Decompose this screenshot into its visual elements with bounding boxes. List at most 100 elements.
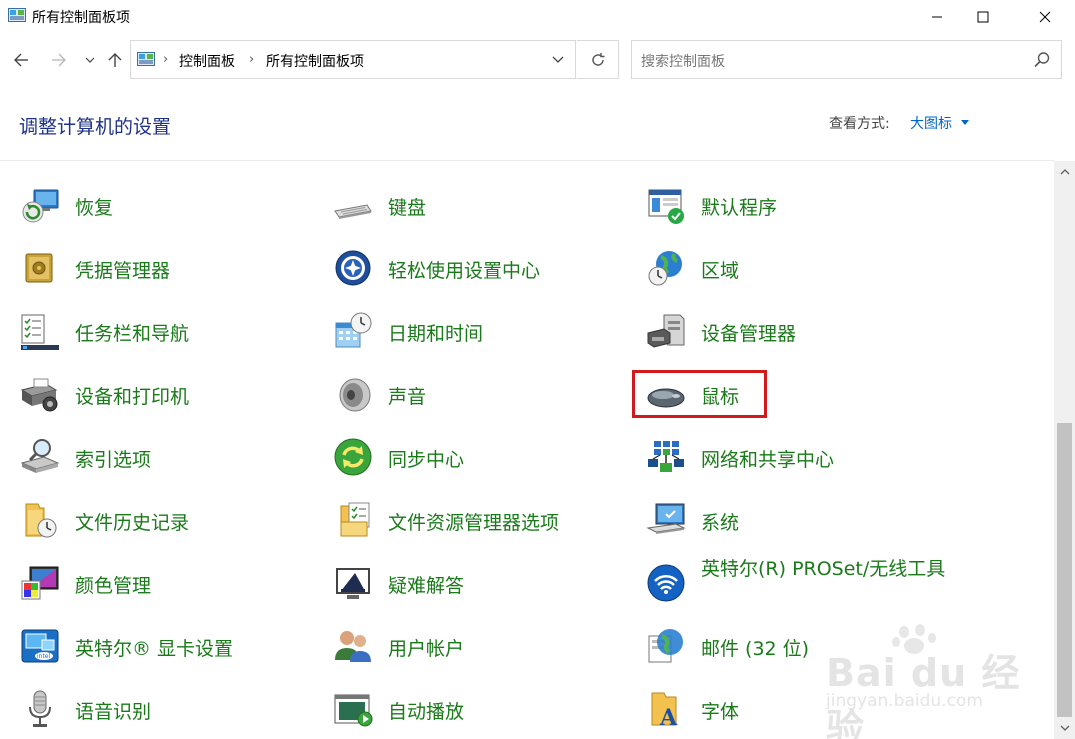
item-label: 用户帐户 [388, 638, 465, 660]
recent-locations-button[interactable] [79, 50, 101, 70]
chevron-up-icon [1060, 169, 1069, 175]
vertical-scrollbar[interactable] [1054, 161, 1075, 739]
ease-of-access-icon [335, 250, 371, 286]
item-label: 轻松使用设置中心 [388, 260, 541, 282]
search-icon[interactable] [1033, 51, 1051, 69]
item-label: 邮件 (32 位) [701, 638, 810, 660]
view-by-label: 查看方式: [829, 116, 890, 132]
user-accounts-icon [335, 631, 371, 662]
close-icon [1039, 11, 1051, 22]
up-arrow-icon [108, 53, 122, 67]
item-ease-of-access[interactable]: 轻松使用设置中心 [333, 241, 613, 291]
forward-arrow-icon [52, 53, 66, 67]
scroll-thumb[interactable] [1057, 423, 1072, 717]
item-region[interactable]: 区域 [646, 241, 936, 291]
item-speech-recognition[interactable]: 语音识别 [20, 682, 300, 732]
item-credential-manager[interactable]: 凭据管理器 [20, 241, 300, 291]
item-devices-printers[interactable]: 设备和打印机 [20, 367, 300, 417]
item-label: 自动播放 [388, 701, 465, 723]
caret-down-icon[interactable] [961, 120, 969, 126]
highlight-annotation [632, 370, 767, 418]
scroll-up-button[interactable] [1054, 161, 1075, 183]
item-label: 系统 [701, 512, 740, 534]
svg-text:A: A [659, 705, 678, 729]
maximize-icon [977, 11, 989, 22]
item-label: 键盘 [388, 197, 427, 219]
item-keyboard[interactable]: 键盘 [333, 178, 613, 228]
mail-icon [648, 629, 683, 663]
chevron-down-icon [552, 56, 564, 63]
breadcrumb-all-items[interactable]: 所有控制面板项 [266, 51, 364, 71]
taskbar-icon [21, 314, 59, 350]
item-label: 声音 [388, 386, 427, 408]
item-system[interactable]: 系统 [646, 493, 936, 543]
credential-manager-icon [25, 253, 53, 283]
baidu-jingyan-watermark: Bai du 经验 jingyan.baidu.com [826, 624, 1026, 739]
item-intel-proset-wireless[interactable]: 英特尔(R) PROSet/无线工具 [646, 556, 946, 606]
item-folder-options[interactable]: 文件资源管理器选项 [333, 493, 613, 543]
item-intel-graphics[interactable]: intel 英特尔® 显卡设置 [20, 619, 300, 669]
item-label: 凭据管理器 [75, 260, 171, 282]
title-bar: 所有控制面板项 [0, 0, 1075, 33]
item-sound[interactable]: 声音 [333, 367, 613, 417]
address-dropdown-button[interactable] [547, 51, 569, 69]
svg-text:intel: intel [37, 653, 51, 660]
color-management-icon [21, 566, 59, 600]
item-color-management[interactable]: 颜色管理 [20, 556, 300, 606]
indexing-icon [20, 439, 60, 473]
item-label: 默认程序 [701, 197, 778, 219]
item-recovery[interactable]: 恢复 [20, 178, 300, 228]
item-indexing-options[interactable]: 索引选项 [20, 430, 300, 480]
up-button[interactable] [104, 50, 126, 70]
item-label: 字体 [701, 701, 740, 723]
item-label: 同步中心 [388, 449, 465, 471]
system-monitor-icon [646, 503, 686, 534]
item-label: 文件历史记录 [75, 512, 190, 534]
minimize-button[interactable] [914, 0, 960, 33]
item-network-sharing[interactable]: 网络和共享中心 [646, 430, 936, 480]
control-panel-icon [137, 52, 155, 66]
item-taskbar-navigation[interactable]: 任务栏和导航 [20, 304, 300, 354]
control-panel-icon [8, 8, 26, 22]
item-user-accounts[interactable]: 用户帐户 [333, 619, 613, 669]
item-label: 网络和共享中心 [701, 449, 835, 471]
refresh-icon [591, 52, 604, 66]
item-date-time[interactable]: 日期和时间 [333, 304, 613, 354]
autoplay-icon [334, 694, 373, 727]
item-troubleshooting[interactable]: 疑难解答 [333, 556, 613, 606]
watermark-url: jingyan.baidu.com [826, 691, 983, 711]
scroll-down-button[interactable] [1054, 717, 1075, 739]
item-default-programs[interactable]: 默认程序 [646, 178, 936, 228]
item-label: 文件资源管理器选项 [388, 512, 560, 534]
network-icon [648, 441, 684, 472]
item-autoplay[interactable]: 自动播放 [333, 682, 613, 732]
window-title: 所有控制面板项 [32, 10, 130, 26]
recovery-icon [22, 189, 59, 223]
search-box[interactable]: 搜索控制面板 [631, 40, 1062, 79]
breadcrumb-control-panel[interactable]: 控制面板 [179, 51, 235, 71]
back-button[interactable] [10, 50, 32, 70]
maximize-button[interactable] [960, 0, 1006, 33]
refresh-button[interactable] [577, 40, 619, 79]
view-by-dropdown[interactable]: 大图标 [910, 113, 952, 133]
address-bar[interactable]: › 控制面板 › 所有控制面板项 [130, 40, 576, 79]
chevron-down-icon [1060, 725, 1069, 731]
minimize-icon [932, 16, 942, 17]
default-programs-icon [648, 189, 684, 224]
item-label: 任务栏和导航 [75, 323, 190, 345]
item-label: 英特尔(R) PROSet/无线工具 [701, 558, 946, 580]
close-button[interactable] [1022, 0, 1068, 33]
printer-icon [20, 378, 58, 412]
date-time-icon [335, 312, 372, 348]
item-sync-center[interactable]: 同步中心 [333, 430, 613, 480]
item-label: 区域 [701, 260, 740, 282]
item-device-manager[interactable]: 设备管理器 [646, 304, 936, 354]
forward-button[interactable] [48, 50, 70, 70]
item-label: 疑难解答 [388, 575, 465, 597]
intel-graphics-icon: intel [21, 629, 59, 663]
header-divider [0, 160, 1054, 161]
item-file-history[interactable]: 文件历史记录 [20, 493, 300, 543]
item-label: 语音识别 [75, 701, 152, 723]
speaker-icon [339, 378, 371, 412]
item-label: 日期和时间 [388, 323, 484, 345]
